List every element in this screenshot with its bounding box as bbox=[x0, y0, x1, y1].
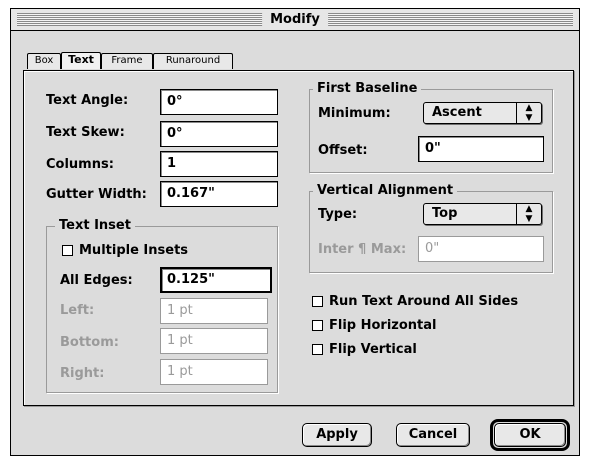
flip-vertical-box[interactable] bbox=[312, 344, 323, 355]
tab-frame[interactable]: Frame bbox=[101, 53, 153, 69]
cancel-button[interactable]: Cancel bbox=[396, 423, 470, 447]
run-text-around-box[interactable] bbox=[312, 296, 323, 307]
text-skew-label: Text Skew: bbox=[46, 125, 125, 140]
type-popup[interactable]: Top ▲ ▼ bbox=[423, 203, 542, 225]
left-inset-label: Left: bbox=[60, 303, 95, 318]
left-inset-field[interactable]: 1 pt bbox=[160, 298, 268, 324]
text-skew-field[interactable]: 0° bbox=[160, 121, 278, 147]
flip-horizontal-box[interactable] bbox=[312, 320, 323, 331]
window-title: Modify bbox=[262, 11, 328, 29]
columns-field[interactable]: 1 bbox=[160, 151, 278, 177]
text-angle-label: Text Angle: bbox=[46, 93, 129, 108]
tab-text[interactable]: Text bbox=[61, 52, 101, 69]
first-baseline-title: First Baseline bbox=[313, 81, 422, 97]
minimum-popup-value: Ascent bbox=[432, 105, 482, 120]
minimum-label: Minimum: bbox=[318, 106, 391, 121]
inter-max-field[interactable]: 0" bbox=[418, 236, 544, 262]
multiple-insets-box[interactable] bbox=[62, 245, 73, 256]
offset-label: Offset: bbox=[318, 143, 368, 158]
flip-horizontal-checkbox[interactable]: Flip Horizontal bbox=[312, 318, 472, 334]
flip-vertical-checkbox[interactable]: Flip Vertical bbox=[312, 342, 452, 358]
gutter-width-label: Gutter Width: bbox=[46, 187, 147, 202]
multiple-insets-label: Multiple Insets bbox=[79, 243, 189, 258]
title-bar[interactable]: Modify bbox=[11, 9, 579, 31]
right-inset-label: Right: bbox=[60, 366, 105, 381]
text-inset-title: Text Inset bbox=[55, 218, 135, 234]
tab-runaround[interactable]: Runaround bbox=[153, 53, 233, 69]
multiple-insets-checkbox[interactable]: Multiple Insets bbox=[62, 243, 202, 259]
bottom-inset-label: Bottom: bbox=[60, 335, 119, 350]
vertical-alignment-title: Vertical Alignment bbox=[313, 183, 458, 199]
columns-label: Columns: bbox=[46, 157, 114, 172]
inter-max-label: Inter ¶ Max: bbox=[318, 242, 407, 257]
apply-button[interactable]: Apply bbox=[302, 423, 372, 447]
run-text-around-label: Run Text Around All Sides bbox=[329, 294, 519, 309]
ok-button[interactable]: OK bbox=[494, 423, 566, 447]
type-popup-value: Top bbox=[432, 206, 458, 221]
up-down-arrows-icon: ▲ ▼ bbox=[516, 204, 541, 224]
up-down-arrows-icon: ▲ ▼ bbox=[516, 103, 541, 123]
tab-box[interactable]: Box bbox=[27, 53, 61, 69]
all-edges-field[interactable]: 0.125" bbox=[160, 267, 272, 293]
offset-field[interactable]: 0" bbox=[418, 136, 544, 162]
bottom-inset-field[interactable]: 1 pt bbox=[160, 328, 268, 354]
all-edges-label: All Edges: bbox=[60, 273, 133, 288]
type-label: Type: bbox=[318, 207, 358, 222]
gutter-width-field[interactable]: 0.167" bbox=[160, 181, 278, 207]
minimum-popup[interactable]: Ascent ▲ ▼ bbox=[423, 102, 542, 124]
right-inset-field[interactable]: 1 pt bbox=[160, 359, 268, 385]
flip-horizontal-label: Flip Horizontal bbox=[329, 318, 437, 333]
text-angle-field[interactable]: 0° bbox=[160, 89, 278, 115]
run-text-around-checkbox[interactable]: Run Text Around All Sides bbox=[312, 294, 542, 310]
flip-vertical-label: Flip Vertical bbox=[329, 342, 417, 357]
